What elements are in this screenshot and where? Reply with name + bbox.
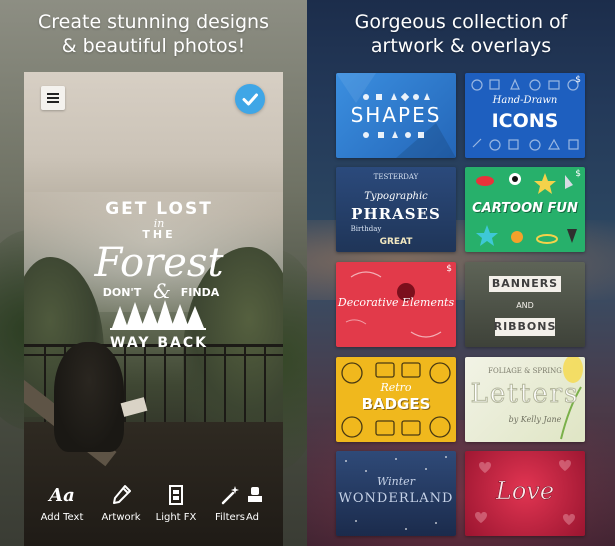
right-headline: Gorgeous collection of artwork & overlay… (307, 10, 615, 58)
card-letters[interactable]: FOLIAGE & SPRING Letters by Kelly Jane (465, 357, 585, 442)
right-headline-line2: artwork & overlays (370, 35, 552, 57)
film-strip-icon (146, 482, 206, 508)
hamburger-icon (47, 93, 59, 95)
card-banners-and: AND (516, 301, 534, 310)
card-retro-subtitle: Retro (380, 381, 412, 394)
card-icons-price-tag: $ (575, 75, 581, 85)
brush-icon (91, 482, 151, 508)
card-shapes[interactable]: SHAPES (336, 73, 456, 158)
text-overlay-poster[interactable]: GET LOST in THE Forest DON'T & FINDA WAY… (74, 194, 244, 354)
poster-line-way-back: WAY BACK (110, 335, 208, 351)
phone-editor-screen: GET LOST in THE Forest DON'T & FINDA WAY… (24, 72, 283, 546)
text-aa-icon: Aa (49, 484, 75, 506)
card-decorative-price-tag: $ (446, 264, 452, 274)
card-phrases-word-2: Birthday (350, 225, 382, 233)
pine-trees-icon (110, 300, 206, 330)
card-retro-badges[interactable]: Retro BADGES (336, 357, 456, 442)
light-fx-tool[interactable]: Light FX (146, 482, 206, 523)
card-icons-subtitle: Hand-Drawn (492, 95, 558, 106)
stamp-icon (246, 482, 283, 508)
left-headline-line1: Create stunning designs (38, 11, 269, 33)
checkmark-icon (242, 93, 258, 106)
poster-line-get-lost: GET LOST (105, 199, 213, 219)
card-phrases-subtitle: Typographic (364, 191, 428, 202)
card-banners-title: BANNERS (491, 277, 559, 290)
card-retro-title: BADGES (361, 395, 431, 413)
editor-toolbar: Aa Add Text Artwork Light FX Filters Ad (24, 476, 283, 546)
card-shapes-title: SHAPES (350, 103, 442, 127)
card-letters-author: by Kelly Jane (508, 415, 562, 424)
card-cartoon-title: CARTOON FUN (472, 201, 578, 216)
left-headline: Create stunning designs & beautiful phot… (0, 10, 307, 58)
card-phrases-title: PHRASES (351, 205, 441, 223)
card-winter-title: WONDERLAND (338, 491, 454, 506)
card-love[interactable]: Love (465, 451, 585, 536)
poster-line-ampersand: & (153, 279, 171, 303)
card-letters-subtitle: FOLIAGE & SPRING (488, 367, 562, 375)
card-love-title: Love (495, 477, 555, 506)
confirm-button[interactable] (235, 84, 265, 114)
add-text-tool[interactable]: Aa Add Text (32, 482, 92, 524)
poster-line-dont: DON'T (103, 286, 142, 299)
card-cartoon-fun[interactable]: $ CARTOON FUN (465, 167, 585, 252)
artwork-label: Artwork (101, 512, 141, 523)
card-winter-subtitle: Winter (377, 475, 415, 488)
poster-line-finda: FINDA (181, 286, 220, 299)
light-fx-label: Light FX (155, 512, 197, 523)
card-phrases-word-3: GREAT (379, 237, 413, 247)
more-tool[interactable]: Ad (246, 482, 283, 523)
card-letters-title: Letters (470, 379, 580, 410)
card-icons[interactable]: $ Hand-Drawn ICONS (465, 73, 585, 158)
card-cartoon-price-tag: $ (575, 169, 581, 179)
card-decorative-elements[interactable]: $ Decorative Elements (336, 262, 456, 347)
left-headline-line2: & beautiful photos! (61, 35, 246, 57)
add-text-label: Add Text (40, 512, 84, 523)
artwork-tool[interactable]: Artwork (91, 482, 151, 523)
card-ribbons-title: RIBBONS (493, 320, 557, 333)
menu-button[interactable] (41, 86, 65, 110)
right-headline-line1: Gorgeous collection of (354, 11, 568, 33)
card-winter-wonderland[interactable]: Winter WONDERLAND (336, 451, 456, 536)
left-panel: Create stunning designs & beautiful phot… (0, 0, 307, 546)
card-banners-ribbons[interactable]: BANNERS AND RIBBONS (465, 262, 585, 347)
right-panel: Gorgeous collection of artwork & overlay… (307, 0, 615, 546)
reading-person (54, 342, 124, 452)
card-decorative-title: Decorative Elements (337, 296, 455, 309)
card-icons-title: ICONS (491, 110, 559, 132)
more-tool-label: Ad (246, 512, 260, 523)
card-phrases-word-1: TESTERDAY (373, 173, 419, 181)
card-phrases[interactable]: TESTERDAY Typographic PHRASES Birthday G… (336, 167, 456, 252)
